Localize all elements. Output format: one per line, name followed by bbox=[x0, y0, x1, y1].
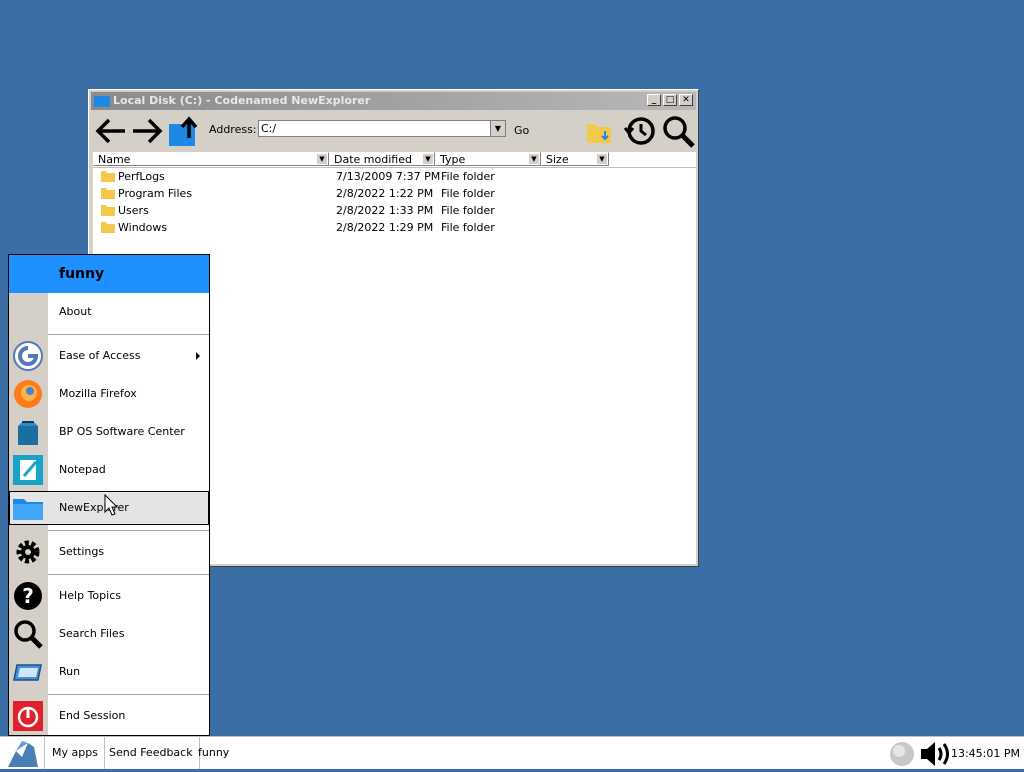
forward-arrow-icon[interactable] bbox=[129, 114, 165, 148]
menu-separator bbox=[48, 694, 209, 695]
start-logo-icon bbox=[8, 741, 38, 767]
window-title: Local Disk (C:) - Codenamed NewExplorer bbox=[113, 94, 371, 107]
help-icon: ? bbox=[14, 582, 42, 610]
mouse-cursor-icon bbox=[104, 494, 119, 516]
menu-item-notepad[interactable]: Notepad bbox=[9, 453, 209, 487]
column-header: Name ▼ Date modified ▼ Type ▼ Size ▼ bbox=[93, 152, 696, 168]
menu-item-firefox[interactable]: Mozilla Firefox bbox=[9, 377, 209, 411]
menu-item-help[interactable]: ? Help Topics bbox=[9, 579, 209, 613]
menu-item-ease-of-access[interactable]: Ease of Access bbox=[9, 339, 209, 373]
file-row[interactable]: Windows 2/8/2022 1:29 PM File folder bbox=[93, 219, 696, 236]
start-menu-header: funny bbox=[9, 255, 209, 293]
file-row[interactable]: Users 2/8/2022 1:33 PM File folder bbox=[93, 202, 696, 219]
taskbar-my-apps[interactable]: My apps bbox=[46, 737, 105, 769]
clock: 13:45:01 PM bbox=[950, 747, 1020, 760]
network-globe-icon[interactable] bbox=[888, 740, 916, 768]
gear-icon bbox=[16, 540, 40, 564]
address-input[interactable]: C:/ ▼ bbox=[258, 120, 506, 137]
folder-icon bbox=[94, 96, 110, 107]
notepad-icon bbox=[13, 455, 43, 485]
search-icon[interactable] bbox=[661, 114, 697, 150]
user-name: funny bbox=[59, 266, 105, 282]
up-folder-icon[interactable] bbox=[167, 114, 203, 150]
taskbar-user[interactable]: funny bbox=[192, 737, 235, 769]
title-bar[interactable]: Local Disk (C:) - Codenamed NewExplorer … bbox=[91, 92, 696, 110]
column-date-modified[interactable]: Date modified ▼ bbox=[329, 152, 435, 166]
toolbar: Address: C:/ ▼ Go bbox=[91, 112, 696, 150]
close-button[interactable]: ✕ bbox=[679, 94, 693, 106]
chevron-down-icon[interactable]: ▼ bbox=[490, 121, 505, 136]
folder-sync-icon[interactable] bbox=[585, 116, 615, 146]
chevron-down-icon[interactable]: ▼ bbox=[423, 154, 433, 164]
shopping-bag-icon bbox=[18, 421, 38, 445]
column-type[interactable]: Type ▼ bbox=[435, 152, 541, 166]
folder-icon bbox=[101, 188, 115, 199]
firefox-icon bbox=[14, 380, 42, 408]
taskbar-send-feedback[interactable]: Send Feedback bbox=[103, 737, 200, 769]
folder-icon bbox=[101, 222, 115, 233]
maximize-button[interactable]: □ bbox=[663, 94, 677, 106]
menu-separator bbox=[48, 334, 209, 335]
menu-item-run[interactable]: Run bbox=[9, 655, 209, 689]
search-icon bbox=[14, 620, 43, 649]
svg-text:?: ? bbox=[22, 584, 34, 608]
folder-icon bbox=[101, 205, 115, 216]
column-size[interactable]: Size ▼ bbox=[541, 152, 609, 166]
back-arrow-icon[interactable] bbox=[93, 114, 129, 148]
column-name[interactable]: Name ▼ bbox=[93, 152, 329, 166]
accessibility-icon bbox=[13, 341, 43, 371]
history-icon[interactable] bbox=[623, 114, 657, 148]
menu-item-software-center[interactable]: BP OS Software Center bbox=[9, 415, 209, 449]
menu-separator bbox=[48, 574, 209, 575]
file-row[interactable]: Program Files 2/8/2022 1:22 PM File fold… bbox=[93, 185, 696, 202]
taskbar: My apps Send Feedback funny 13:45:01 PM bbox=[0, 736, 1024, 769]
power-icon bbox=[13, 701, 43, 731]
menu-item-about[interactable]: About bbox=[9, 295, 209, 329]
address-value: C:/ bbox=[261, 122, 277, 135]
menu-separator bbox=[48, 530, 209, 531]
folder-icon bbox=[101, 171, 115, 182]
address-label: Address: bbox=[209, 123, 257, 136]
menu-item-search[interactable]: Search Files bbox=[9, 617, 209, 651]
chevron-down-icon[interactable]: ▼ bbox=[529, 154, 539, 164]
run-icon bbox=[13, 664, 42, 681]
volume-icon[interactable] bbox=[918, 739, 954, 769]
minimize-button[interactable]: _ bbox=[647, 94, 661, 106]
menu-item-end-session[interactable]: End Session bbox=[9, 699, 209, 733]
chevron-down-icon[interactable]: ▼ bbox=[317, 154, 327, 164]
chevron-down-icon[interactable]: ▼ bbox=[597, 154, 607, 164]
menu-item-settings[interactable]: Settings bbox=[9, 535, 209, 569]
folder-icon bbox=[13, 499, 43, 520]
chevron-right-icon bbox=[196, 352, 200, 360]
file-row[interactable]: PerfLogs 7/13/2009 7:37 PM File folder bbox=[93, 168, 696, 185]
go-button[interactable]: Go bbox=[514, 124, 529, 137]
start-button[interactable] bbox=[4, 737, 45, 769]
